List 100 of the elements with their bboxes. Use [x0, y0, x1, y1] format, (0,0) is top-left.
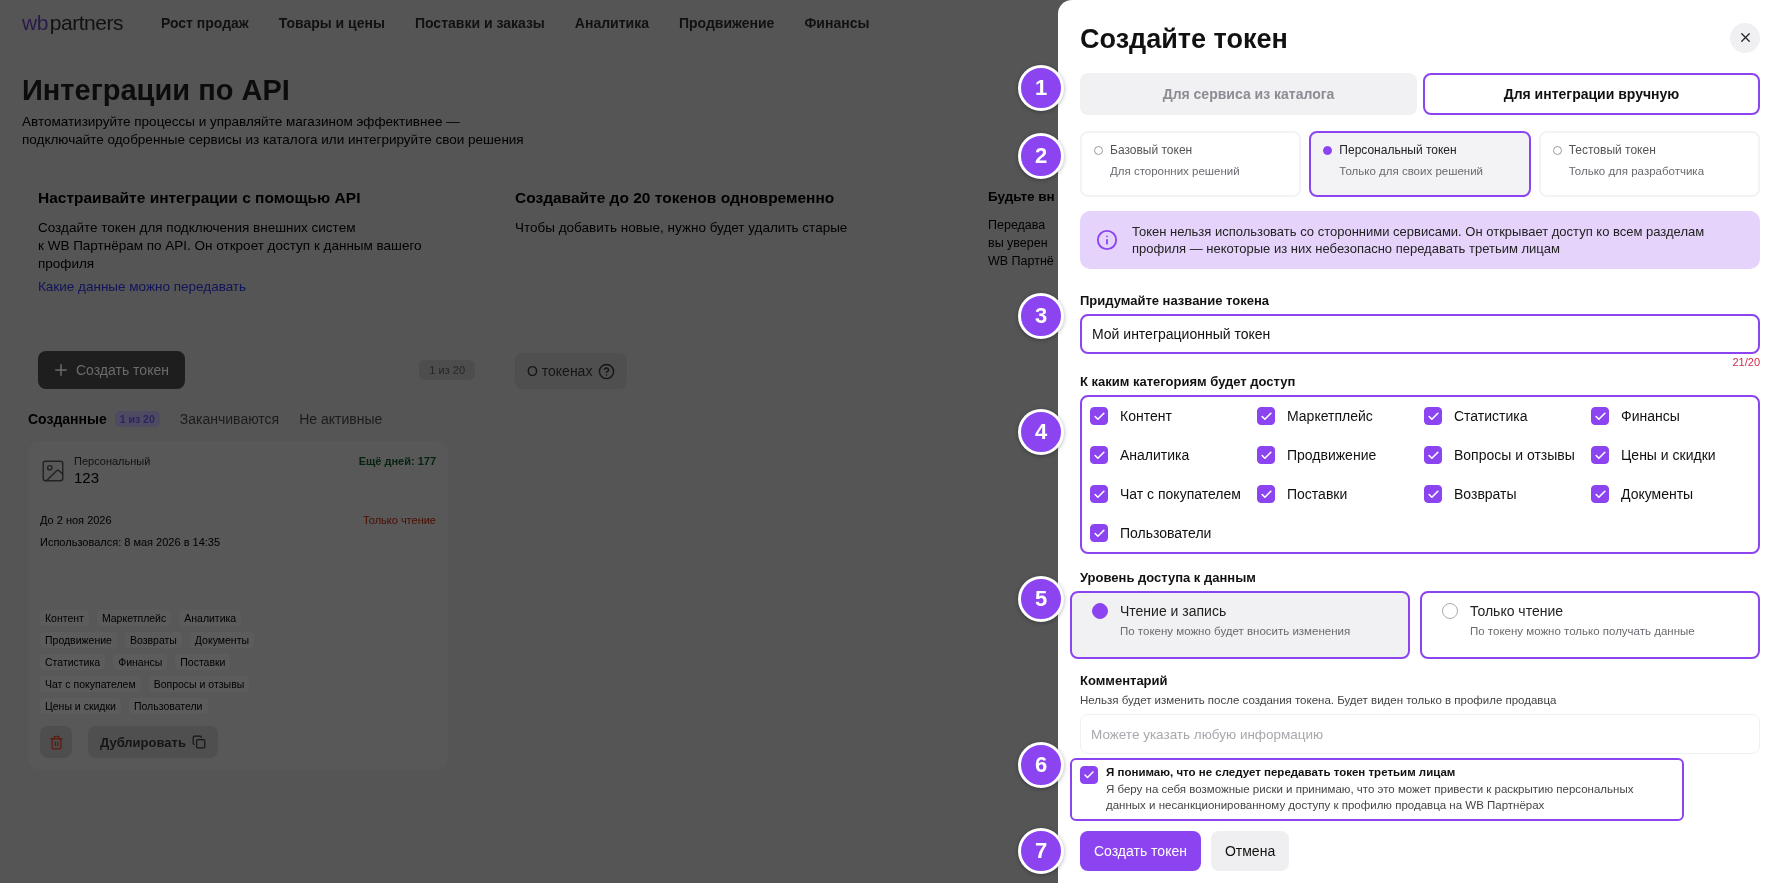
checkbox[interactable]	[1424, 446, 1442, 464]
check-icon	[1593, 487, 1607, 501]
category-tag: Возвраты	[124, 632, 182, 648]
checkbox[interactable]	[1424, 407, 1442, 425]
card-description: Создайте токен для подключения внешних систем к WB Партнёрам по API. Он откроет доступ к данным вашего профиля	[38, 219, 423, 273]
category-checkbox[interactable]: Маркетплейс	[1257, 407, 1424, 425]
check-icon	[1259, 409, 1273, 423]
char-counter: 21/20	[1732, 356, 1760, 368]
checkbox[interactable]	[1090, 407, 1108, 425]
category-tag: Поставки	[175, 654, 231, 670]
token-type-option[interactable]: Тестовый токен Только для разработчика	[1538, 131, 1760, 197]
category-checkbox[interactable]: Цены и скидки	[1591, 446, 1758, 464]
checkbox-label: Финансы	[1621, 408, 1680, 424]
field-label: К каким категориям будет доступ	[1080, 374, 1297, 389]
checkbox-label: Аналитика	[1120, 447, 1190, 463]
check-icon	[1092, 526, 1106, 540]
step-badge: 5	[1018, 576, 1064, 622]
category-checkbox[interactable]: Чат с покупателем	[1090, 485, 1257, 503]
radio-dot	[1094, 145, 1103, 155]
category-tag: Контент	[40, 610, 89, 626]
access-option[interactable]: Чтение и запись По токену можно будет вносить изменения	[1070, 591, 1410, 659]
checkbox[interactable]	[1090, 446, 1108, 464]
mode-tab[interactable]: Для интеграции вручную	[1423, 73, 1760, 115]
card-title: Будьте вн	[988, 189, 1056, 204]
last-used: Использовался: 8 мая 2026 в 14:35	[40, 536, 221, 548]
check-icon	[1259, 487, 1273, 501]
category-tag: Вопросы и отзывы	[148, 676, 250, 692]
checkbox[interactable]	[1257, 446, 1275, 464]
checkbox[interactable]	[1591, 446, 1609, 464]
category-tag: Финансы	[113, 654, 168, 670]
category-tag: Статистика	[40, 654, 106, 670]
token-type: Персональный	[74, 455, 151, 467]
category-tag: Продвижение	[40, 632, 117, 648]
step-badge: 4	[1018, 409, 1064, 455]
info-icon	[1096, 229, 1118, 251]
category-checkbox[interactable]: Поставки	[1257, 485, 1424, 503]
checkbox[interactable]	[1257, 407, 1275, 425]
category-checkbox[interactable]: Возвраты	[1424, 485, 1591, 503]
checkbox-label: Цены и скидки	[1621, 447, 1716, 463]
category-checkbox[interactable]: Финансы	[1591, 407, 1758, 425]
check-icon	[1092, 409, 1106, 423]
category-checkbox[interactable]: Статистика	[1424, 407, 1591, 425]
card-description: Чтобы добавить новые, нужно будет удалить старые	[515, 219, 849, 237]
checkbox[interactable]	[1257, 485, 1275, 503]
checkbox[interactable]	[1591, 485, 1609, 503]
cancel-button[interactable]: Отмена	[1210, 831, 1290, 871]
panel-title: Создайте токен	[1080, 24, 1288, 55]
card-title: Создавайте до 20 токенов одновременно	[515, 189, 836, 207]
checkbox[interactable]	[1090, 485, 1108, 503]
category-tag: Цены и скидки	[40, 698, 121, 714]
token-type-option[interactable]: Персональный токен Только для своих решений	[1309, 131, 1531, 197]
check-icon	[1426, 448, 1440, 462]
category-checkbox[interactable]: Вопросы и отзывы	[1424, 446, 1591, 464]
category-checkbox[interactable]: Контент	[1090, 407, 1257, 425]
checkbox-label: Вопросы и отзывы	[1454, 447, 1575, 463]
field-label: Комментарий	[1080, 673, 1169, 688]
step-badge: 7	[1018, 828, 1064, 874]
field-label: Придумайте название токена	[1080, 293, 1270, 308]
check-icon	[1259, 448, 1273, 462]
card-description: Передава вы уверен WB Партнё	[988, 217, 1055, 270]
close-button[interactable]	[1730, 22, 1760, 53]
radio	[1092, 603, 1108, 619]
consent-text: Я беру на себя возможные риски и принимаю, что это может привести к раскрытию персональных данных и несанкционированному доступу к профилю продавца на WB Партнёрах	[1106, 782, 1635, 813]
access-option[interactable]: Только чтение По токену можно только получать данные	[1420, 591, 1760, 659]
category-checkbox[interactable]: Пользователи	[1090, 524, 1257, 542]
category-checkbox[interactable]: Аналитика	[1090, 446, 1257, 464]
checkbox[interactable]	[1080, 766, 1098, 784]
token-name-field[interactable]: Мой интеграционный токен	[1080, 314, 1760, 354]
category-checkbox[interactable]: Продвижение	[1257, 446, 1424, 464]
step-badge: 3	[1018, 293, 1064, 339]
radio	[1442, 603, 1458, 619]
category-tag: Чат с покупателем	[40, 676, 141, 692]
checkbox-label: Поставки	[1287, 486, 1348, 502]
expiry-date: До 2 ноя 2026	[40, 514, 112, 526]
checkbox[interactable]	[1591, 407, 1609, 425]
field-label: Уровень доступа к данным	[1080, 570, 1257, 585]
create-token-button[interactable]: Создать токен	[1080, 831, 1201, 871]
step-badge: 1	[1018, 65, 1064, 111]
checkbox[interactable]	[1090, 524, 1108, 542]
check-icon	[1092, 487, 1106, 501]
page-subtitle: Автоматизируйте процессы и управляйте магазином эффективнее — подключайте одобренные сервисы из каталога или интегрируйте свои решения	[22, 113, 524, 149]
notice-text: Токен нельзя использовать со сторонними сервисами. Он открывает доступ ко всем разделам профиля — некоторые из них небезопасно передавать третьим лицам	[1132, 223, 1706, 257]
check-icon	[1426, 487, 1440, 501]
check-icon	[1593, 409, 1607, 423]
token-type-option[interactable]: Базовый токен Для сторонних решений	[1080, 131, 1302, 197]
category-checkbox[interactable]: Документы	[1591, 485, 1758, 503]
plus-icon	[52, 361, 70, 379]
card-title: Настраивайте интеграции с помощью API	[38, 189, 362, 207]
help-icon	[598, 362, 616, 380]
check-icon	[1593, 448, 1607, 462]
step-badge: 2	[1018, 133, 1064, 179]
category-tag: Документы	[189, 632, 254, 648]
checkbox-label: Контент	[1120, 408, 1172, 424]
checkbox[interactable]	[1424, 485, 1442, 503]
category-tag: Маркетплейс	[96, 610, 172, 626]
checkbox-label: Продвижение	[1287, 447, 1377, 463]
radio-dot	[1552, 145, 1562, 155]
consent-title: Я понимаю, что не следует передавать токен третьим лицам	[1106, 766, 1457, 778]
comment-field[interactable]: Можете указать любую информацию	[1080, 714, 1760, 754]
checkbox-label: Возвраты	[1454, 486, 1517, 502]
